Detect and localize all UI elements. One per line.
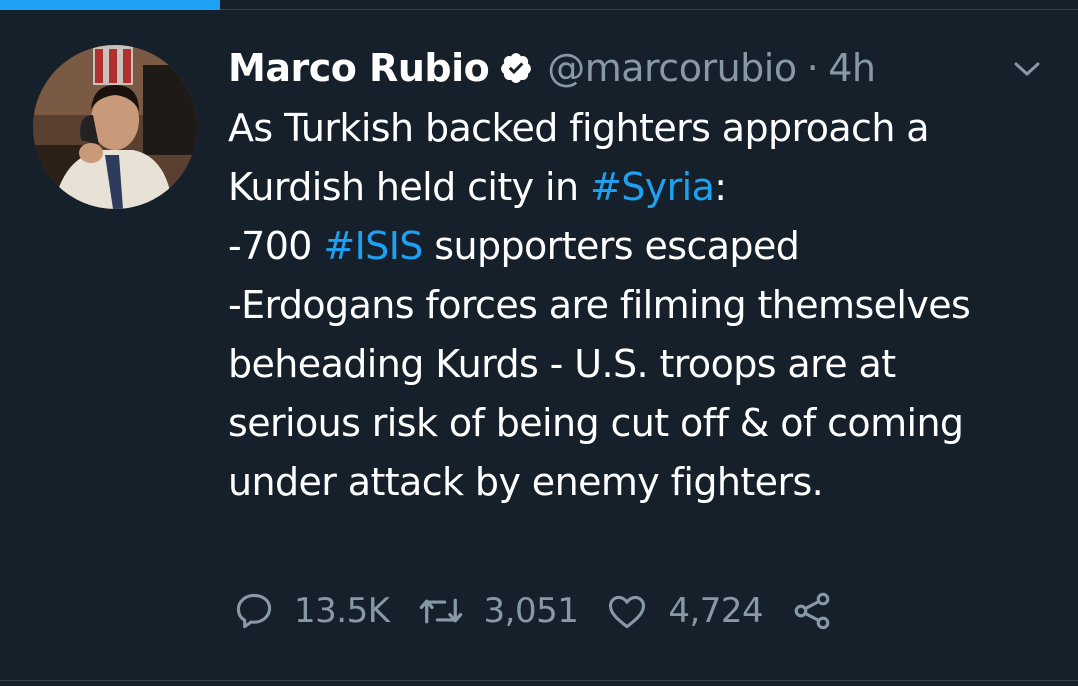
bottom-divider — [0, 680, 1078, 681]
retweet-icon — [416, 589, 466, 633]
tweet-line: serious risk of being cut off & of comin… — [228, 401, 964, 445]
heart-icon — [604, 589, 650, 633]
tweet-line: under attack by enemy fighters. — [228, 460, 824, 504]
avatar[interactable] — [33, 45, 197, 209]
separator-dot: · — [806, 46, 819, 90]
chevron-down-icon[interactable] — [1010, 58, 1044, 82]
hashtag-isis-link[interactable]: #ISIS — [323, 224, 423, 268]
author-name[interactable]: Marco Rubio — [228, 46, 490, 90]
reply-icon — [232, 589, 276, 633]
avatar-photo — [33, 45, 197, 209]
tweet-text-segment: Kurdish held city in — [228, 165, 590, 209]
tweet-line: As Turkish backed fighters approach a — [228, 106, 930, 150]
share-button[interactable] — [789, 589, 835, 633]
like-count: 4,724 — [668, 591, 764, 631]
tweet-line: -Erdogans forces are filming themselves — [228, 283, 971, 327]
author-handle[interactable]: @marcorubio — [547, 46, 797, 90]
like-button[interactable]: 4,724 — [604, 589, 764, 633]
tweet-text: As Turkish backed fighters approach a Ku… — [228, 99, 1058, 512]
share-icon — [789, 589, 835, 633]
reply-count: 13.5K — [294, 591, 390, 631]
retweet-button[interactable]: 3,051 — [416, 589, 579, 633]
top-divider — [220, 9, 1078, 10]
tweet-line: -700 #ISIS supporters escaped — [228, 217, 1058, 276]
tweet-screen: Marco Rubio @marcorubio · 4h As Turkish … — [0, 0, 1078, 686]
retweet-count: 3,051 — [483, 591, 579, 631]
tweet-header: Marco Rubio @marcorubio · 4h — [228, 40, 876, 96]
tweet-line: Kurdish held city in #Syria: — [228, 158, 1058, 217]
tweet-timestamp[interactable]: 4h — [828, 46, 876, 90]
verified-badge-icon — [499, 51, 533, 85]
tweet-line: beheading Kurds - U.S. troops are at — [228, 342, 896, 386]
tweet-actions: 13.5K 3,051 4,724 — [232, 584, 861, 638]
tab-indicator — [0, 0, 220, 10]
tweet-text-segment: : — [714, 165, 727, 209]
tweet-text-segment: supporters escaped — [422, 224, 800, 268]
tweet-text-segment: -700 — [228, 224, 324, 268]
hashtag-syria-link[interactable]: #Syria — [590, 165, 715, 209]
reply-button[interactable]: 13.5K — [232, 589, 390, 633]
